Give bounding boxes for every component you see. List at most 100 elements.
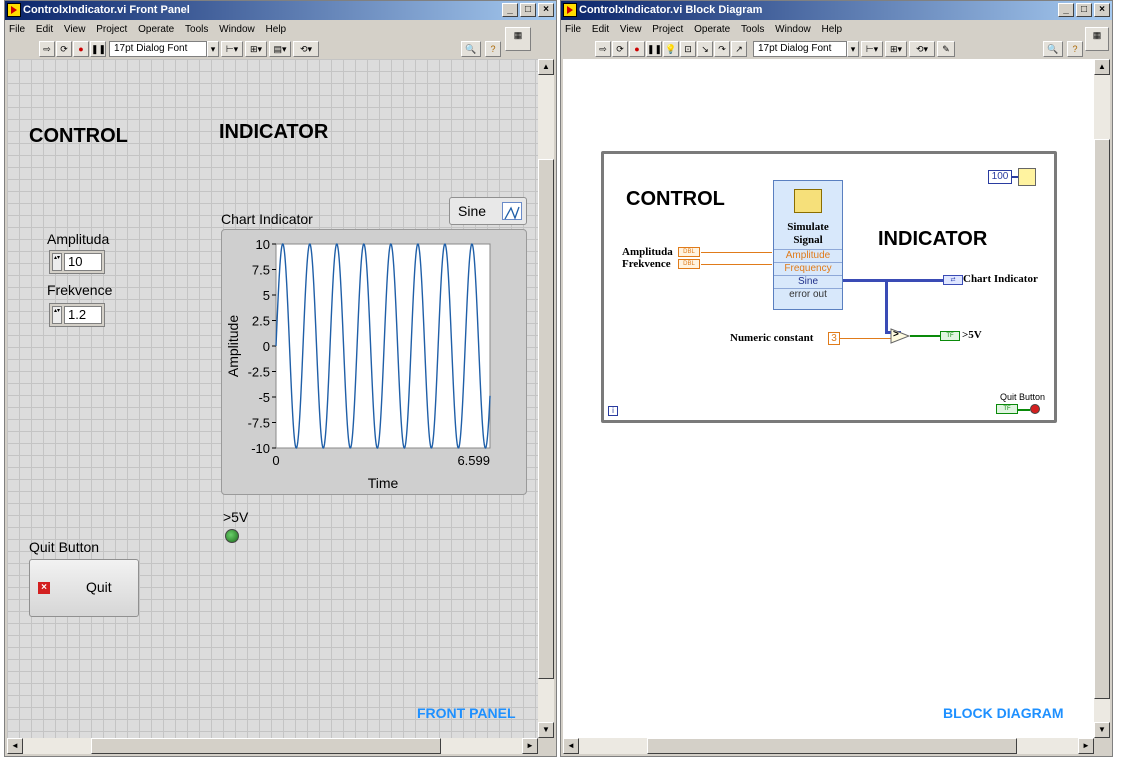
wait-ms-constant[interactable]: 100 — [988, 170, 1012, 184]
search-icon[interactable]: 🔍 — [461, 41, 481, 57]
scroll-down-icon[interactable]: ▼ — [538, 722, 554, 738]
align-objects-icon[interactable]: ⊢▾ — [221, 41, 243, 57]
frequency-value[interactable]: 1.2 — [64, 306, 102, 324]
front-panel-hscroll[interactable]: ◄ ► — [7, 738, 538, 754]
numeric-constant[interactable]: 3 — [828, 332, 840, 345]
error-out-output[interactable]: error out — [774, 288, 842, 300]
vi-icon[interactable]: ▦ — [1085, 27, 1109, 51]
menu-file[interactable]: File — [565, 24, 581, 35]
front-panel-titlebar[interactable]: ControlxIndicator.vi Front Panel _ □ × — [5, 1, 556, 20]
amplitude-wire[interactable] — [701, 252, 772, 253]
step-out-icon[interactable]: ↗ — [731, 41, 747, 57]
frequency-terminal[interactable]: DBL — [678, 259, 700, 269]
help-icon[interactable]: ? — [1067, 41, 1083, 57]
highlight-execution-icon[interactable]: 💡 — [663, 41, 679, 57]
simulate-signal-express-vi[interactable]: Simulate Signal Amplitude Frequency Sine… — [773, 180, 843, 310]
chart-indicator-terminal[interactable]: ⇄ — [943, 275, 963, 285]
minimize-button[interactable]: _ — [502, 3, 518, 17]
amplitude-terminal[interactable]: DBL — [678, 247, 700, 257]
menu-window[interactable]: Window — [775, 24, 811, 35]
frequency-input[interactable]: Frequency — [774, 262, 842, 274]
scroll-thumb[interactable] — [538, 159, 554, 679]
reorder-icon[interactable]: ⟲▾ — [293, 41, 319, 57]
help-icon[interactable]: ? — [485, 41, 501, 57]
front-panel-vscroll[interactable]: ▲ ▼ — [538, 59, 554, 738]
wait-timer-icon[interactable] — [1018, 168, 1036, 186]
distribute-objects-icon[interactable]: ⊞▾ — [885, 41, 907, 57]
menu-project[interactable]: Project — [96, 24, 127, 35]
reorder-icon[interactable]: ⟲▾ — [909, 41, 935, 57]
block-diagram-vscroll[interactable]: ▲ ▼ — [1094, 59, 1110, 738]
loop-condition-icon[interactable] — [1030, 404, 1040, 414]
clean-up-diagram-icon[interactable]: ✎ — [937, 41, 955, 57]
menu-project[interactable]: Project — [652, 24, 683, 35]
run-arrow-icon[interactable]: ⇨ — [39, 41, 55, 57]
scroll-right-icon[interactable]: ► — [522, 738, 538, 754]
step-into-icon[interactable]: ↘ — [697, 41, 713, 57]
waveform-chart[interactable]: 10 7.5 5 2.5 0 -2.5 -5 -7.5 -10 0 6.599 Time Amplitu… — [221, 229, 527, 495]
plot-legend[interactable]: Sine — [449, 197, 527, 225]
scroll-up-icon[interactable]: ▲ — [538, 59, 554, 75]
menu-tools[interactable]: Tools — [185, 24, 208, 35]
menu-help[interactable]: Help — [822, 24, 843, 35]
search-icon[interactable]: 🔍 — [1043, 41, 1063, 57]
frequency-increment-icon[interactable]: ▴▾ — [52, 306, 62, 324]
close-button[interactable]: × — [1094, 3, 1110, 17]
hscroll-thumb[interactable] — [91, 738, 441, 754]
scroll-down-icon[interactable]: ▼ — [1094, 722, 1110, 738]
amplitude-input[interactable]: Amplitude — [774, 249, 842, 261]
maximize-button[interactable]: □ — [520, 3, 536, 17]
scroll-right-icon[interactable]: ► — [1078, 738, 1094, 754]
menu-view[interactable]: View — [620, 24, 642, 35]
front-panel-canvas[interactable]: CONTROL INDICATOR Amplituda ▴▾ 10 Frekve… — [7, 59, 538, 738]
minimize-button[interactable]: _ — [1058, 3, 1074, 17]
menu-edit[interactable]: Edit — [592, 24, 609, 35]
scroll-left-icon[interactable]: ◄ — [563, 738, 579, 754]
menu-operate[interactable]: Operate — [138, 24, 174, 35]
frequency-wire[interactable] — [701, 264, 772, 265]
run-continuously-icon[interactable]: ⟳ — [56, 41, 72, 57]
font-selector[interactable]: 17pt Dialog Font — [753, 41, 847, 57]
close-button[interactable]: × — [538, 3, 554, 17]
scroll-left-icon[interactable]: ◄ — [7, 738, 23, 754]
align-objects-icon[interactable]: ⊢▾ — [861, 41, 883, 57]
font-dropdown-icon[interactable]: ▾ — [847, 41, 859, 57]
amplitude-increment-icon[interactable]: ▴▾ — [52, 253, 62, 271]
amplitude-value[interactable]: 10 — [64, 253, 102, 271]
plot-style-icon[interactable] — [502, 202, 522, 220]
block-diagram-hscroll[interactable]: ◄ ► — [563, 738, 1094, 754]
retain-wire-values-icon[interactable]: ⊡ — [680, 41, 696, 57]
menu-view[interactable]: View — [64, 24, 86, 35]
stop-wire[interactable] — [1018, 409, 1030, 411]
run-arrow-icon[interactable]: ⇨ — [595, 41, 611, 57]
step-over-icon[interactable]: ↷ — [714, 41, 730, 57]
run-continuously-icon[interactable]: ⟳ — [612, 41, 628, 57]
font-selector[interactable]: 17pt Dialog Font — [109, 41, 207, 57]
boolean-wire[interactable] — [910, 335, 942, 337]
connector-pane-icon[interactable]: ▦ — [505, 27, 531, 51]
maximize-button[interactable]: □ — [1076, 3, 1092, 17]
block-diagram-titlebar[interactable]: ControlxIndicator.vi Block Diagram _ □ × — [561, 1, 1112, 20]
sine-output[interactable]: Sine — [774, 275, 842, 287]
sine-branch-wire[interactable] — [885, 279, 888, 332]
menu-help[interactable]: Help — [266, 24, 287, 35]
resize-objects-icon[interactable]: ▤▾ — [269, 41, 291, 57]
abort-icon[interactable]: ● — [629, 41, 645, 57]
menu-window[interactable]: Window — [219, 24, 255, 35]
quit-terminal[interactable]: TF — [996, 404, 1018, 414]
amplitude-control[interactable]: ▴▾ 10 — [49, 250, 105, 274]
quit-button[interactable]: × Quit — [29, 559, 139, 617]
distribute-objects-icon[interactable]: ⊞▾ — [245, 41, 267, 57]
frequency-control[interactable]: ▴▾ 1.2 — [49, 303, 105, 327]
menu-operate[interactable]: Operate — [694, 24, 730, 35]
sine-wire[interactable] — [843, 279, 943, 282]
abort-icon[interactable]: ● — [73, 41, 89, 57]
menu-edit[interactable]: Edit — [36, 24, 53, 35]
menu-file[interactable]: File — [9, 24, 25, 35]
hscroll-thumb[interactable] — [647, 738, 1017, 754]
font-dropdown-icon[interactable]: ▾ — [207, 41, 219, 57]
pause-icon[interactable]: ❚❚ — [646, 41, 662, 57]
while-loop[interactable]: CONTROL INDICATOR Amplituda DBL Frekvenc… — [601, 151, 1057, 423]
block-diagram-canvas[interactable]: CONTROL INDICATOR Amplituda DBL Frekvenc… — [563, 59, 1094, 738]
pause-icon[interactable]: ❚❚ — [90, 41, 106, 57]
